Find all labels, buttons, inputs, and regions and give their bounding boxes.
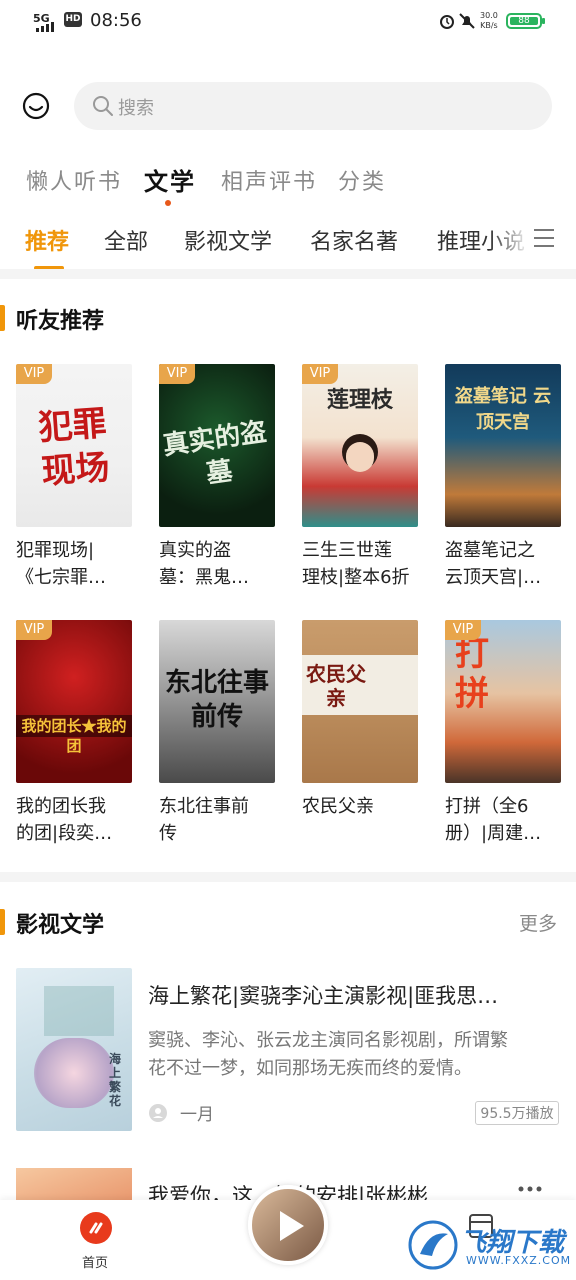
subtab-film-literature[interactable]: 影视文学 <box>184 224 272 256</box>
profile-smile-icon[interactable] <box>22 92 50 120</box>
book-cover[interactable]: 我的团长★我的团 VIP <box>16 620 132 783</box>
vip-badge: VIP <box>16 364 52 384</box>
cover-illustration <box>34 1038 114 1108</box>
section-title-recommend: 听友推荐 <box>16 309 105 334</box>
list-item-author: 一月 <box>180 1105 214 1125</box>
list-item-cover[interactable]: 海上繁花 <box>16 968 132 1131</box>
hd-badge: HD <box>64 12 82 27</box>
book-title[interactable]: 我的团长我 的团|段奕… <box>16 793 136 847</box>
search-bar[interactable]: 搜索 <box>74 82 552 130</box>
battery-icon: 88 <box>506 13 542 29</box>
vip-badge: VIP <box>445 620 481 640</box>
book-title[interactable]: 三生三世莲 理枝|整本6折 <box>302 537 422 591</box>
book-cover[interactable]: 莲理枝 VIP <box>302 364 418 527</box>
subtab-classics[interactable]: 名家名著 <box>310 224 398 256</box>
subtab-recommend[interactable]: 推荐 <box>25 224 69 256</box>
more-link[interactable]: 更多 <box>519 909 557 936</box>
section-divider <box>0 269 576 279</box>
vip-badge: VIP <box>302 364 338 384</box>
menu-icon[interactable] <box>533 228 555 248</box>
book-title[interactable]: 农民父亲 <box>302 793 422 820</box>
alarm-icon <box>440 15 454 29</box>
cover-title-block <box>44 986 114 1036</box>
tab-lazy-listening[interactable]: 懒人听书 <box>26 164 122 196</box>
mute-icon <box>459 13 475 29</box>
vip-badge: VIP <box>16 620 52 640</box>
play-count-badge: 95.5万播放 <box>475 1101 559 1125</box>
nav-home-label[interactable]: 首页 <box>82 1252 108 1271</box>
home-icon[interactable] <box>80 1212 112 1244</box>
tab-category[interactable]: 分类 <box>338 164 386 196</box>
play-icon <box>280 1211 304 1241</box>
now-playing-button[interactable] <box>248 1185 328 1265</box>
watermark-url: WWW.FXXZ.COM <box>466 1254 572 1267</box>
search-placeholder: 搜索 <box>118 98 154 119</box>
list-item-title[interactable]: 海上繁花|窦骁李沁主演影视|匪我思… <box>148 980 558 1010</box>
section-divider <box>0 872 576 882</box>
book-cover[interactable]: 犯罪现场 VIP <box>16 364 132 527</box>
section-accent <box>0 305 5 331</box>
book-cover[interactable]: 打拼 VIP <box>445 620 561 783</box>
more-options-icon[interactable] <box>518 1186 542 1192</box>
book-title[interactable]: 犯罪现场| 《七宗罪… <box>16 537 136 591</box>
book-title[interactable]: 真实的盗 墓：黑鬼… <box>159 537 279 591</box>
battery-tip <box>542 18 545 24</box>
search-icon <box>93 96 113 116</box>
figure-face <box>346 442 374 472</box>
book-title[interactable]: 盗墓笔记之 云顶天宫|… <box>445 537 565 591</box>
book-cover[interactable]: 农民父亲 <box>302 620 418 783</box>
book-title[interactable]: 东北往事前 传 <box>159 793 279 847</box>
book-title[interactable]: 打拼（全6 册）|周建… <box>445 793 565 847</box>
signal-icon <box>36 22 54 32</box>
clock: 08:56 <box>90 10 142 31</box>
book-cover[interactable]: 真实的盗墓 VIP <box>159 364 275 527</box>
book-cover[interactable]: 东北往事 前传 <box>159 620 275 783</box>
tab-crosstalk[interactable]: 相声评书 <box>221 164 317 196</box>
author-icon <box>149 1104 167 1122</box>
vip-badge: VIP <box>159 364 195 384</box>
home-logo-icon <box>89 1222 103 1234</box>
active-tab-dot <box>165 200 171 206</box>
subtab-all[interactable]: 全部 <box>104 224 148 256</box>
book-cover[interactable]: 盗墓笔记 云顶天宫 <box>445 364 561 527</box>
tab-literature[interactable]: 文学 <box>144 162 196 197</box>
network-speed: 30.0 KB/s <box>480 11 498 30</box>
battery-level: 88 <box>510 17 538 26</box>
section-title-film: 影视文学 <box>16 913 105 938</box>
watermark-logo-icon <box>408 1220 458 1270</box>
section-accent <box>0 909 5 935</box>
tabs-fade <box>490 218 530 260</box>
status-bar: 5G HD 08:56 30.0 KB/s 88 <box>0 0 576 44</box>
list-item-description: 窦骁、李沁、张云龙主演同名影视剧，所谓繁 花不过一梦，如同那场无疾而终的爱情。 <box>148 1030 508 1079</box>
